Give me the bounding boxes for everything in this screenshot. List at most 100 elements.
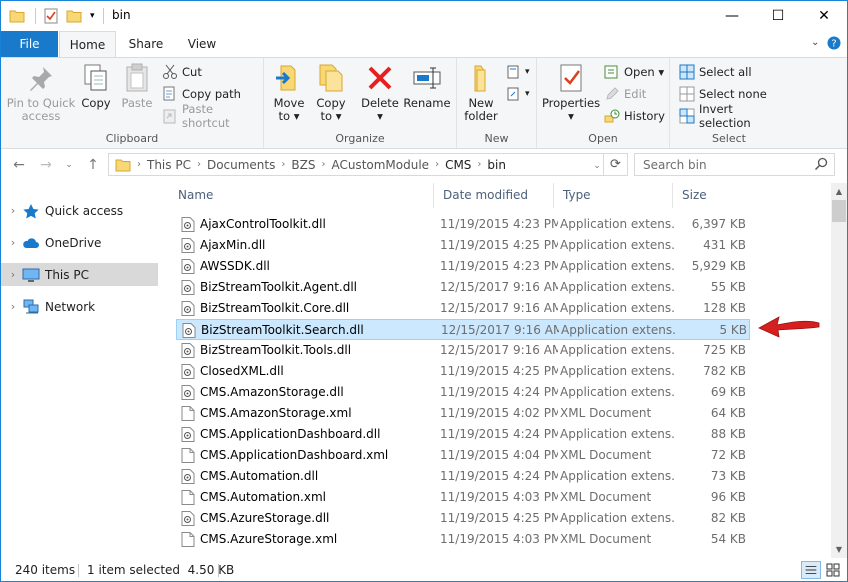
help-icon[interactable]: ? <box>827 36 841 53</box>
file-type: Application extens... <box>560 469 674 483</box>
table-row[interactable]: CMS.ApplicationDashboard.xml 11/19/2015 4… <box>176 445 750 466</box>
table-row[interactable]: BizStreamToolkit.Core.dll 12/15/2017 9:16… <box>176 298 750 319</box>
scrollbar-thumb[interactable] <box>832 200 846 222</box>
table-row[interactable]: CMS.AmazonStorage.dll 11/19/2015 4:24 PM A… <box>176 382 750 403</box>
breadcrumb-this-pc[interactable]: This PC <box>147 158 191 172</box>
breadcrumb-cms[interactable]: CMS <box>445 158 471 172</box>
file-name: BizStreamToolkit.Tools.dll <box>200 343 352 357</box>
copy-to-button[interactable]: Copy to ▾ <box>312 62 350 123</box>
properties-icon[interactable] <box>44 8 58 24</box>
search-input[interactable]: Search bin <box>634 153 835 176</box>
xml-file-icon <box>181 448 195 463</box>
table-row[interactable]: BizStreamToolkit.Tools.dll 12/15/2017 9:1… <box>176 340 750 361</box>
expand-chevron-icon[interactable]: › <box>4 236 22 249</box>
select-all-button[interactable]: Select all <box>679 62 752 82</box>
breadcrumb-acustommodule[interactable]: ACustomModule <box>331 158 429 172</box>
table-row[interactable]: BizStreamToolkit.Agent.dll 12/15/2017 9:1… <box>176 277 750 298</box>
table-row[interactable]: AWSSDK.dll 11/19/2015 4:23 PM Application … <box>176 256 750 277</box>
sidebar-item-network[interactable]: › Network <box>1 295 158 318</box>
table-row[interactable]: CMS.AzureStorage.xml 11/19/2015 4:03 PM XM… <box>176 529 750 550</box>
sidebar-item-this-pc[interactable]: › This PC <box>1 263 158 286</box>
tab-file[interactable]: File <box>1 31 58 57</box>
scroll-up-arrow-icon[interactable]: ▲ <box>831 183 847 200</box>
sidebar-item-onedrive[interactable]: › OneDrive <box>1 231 158 254</box>
dll-file-icon <box>181 343 195 358</box>
refresh-icon[interactable]: ⟳ <box>604 153 628 176</box>
organize-group-label: Organize <box>335 132 385 145</box>
copy-button[interactable]: Copy <box>77 62 115 110</box>
breadcrumb-documents[interactable]: Documents <box>207 158 275 172</box>
file-date: 11/19/2015 4:24 PM <box>440 427 558 441</box>
column-header-date[interactable]: Date modified <box>434 183 554 208</box>
customize-qa-dropdown-icon[interactable]: ▾ <box>90 11 95 21</box>
maximize-button[interactable]: ☐ <box>755 1 801 31</box>
rename-button[interactable]: Rename <box>403 62 451 110</box>
scroll-down-arrow-icon[interactable]: ▼ <box>831 541 847 558</box>
file-type: Application extens... <box>560 511 674 525</box>
dll-file-icon <box>181 238 195 253</box>
table-row[interactable]: CMS.Automation.dll 11/19/2015 4:24 PM Appl… <box>176 466 750 487</box>
breadcrumb-bin[interactable]: bin <box>487 158 506 172</box>
easy-access-button[interactable]: ▾ <box>505 84 530 104</box>
dll-file-icon <box>181 385 195 400</box>
close-button[interactable]: ✕ <box>801 1 847 31</box>
up-arrow-icon[interactable]: ↑ <box>83 155 103 175</box>
file-date: 11/19/2015 4:24 PM <box>440 385 558 399</box>
properties-label: Properties ▾ <box>541 96 601 123</box>
table-row[interactable]: AjaxMin.dll 11/19/2015 4:25 PM Application… <box>176 235 750 256</box>
edit-button[interactable]: Edit <box>604 84 646 104</box>
recent-locations-chevron-icon[interactable]: ⌄ <box>59 155 79 175</box>
column-header-name[interactable]: Name <box>169 183 434 208</box>
cut-button[interactable]: Cut <box>162 62 202 82</box>
tab-home[interactable]: Home <box>59 31 116 58</box>
table-row[interactable]: CMS.Automation.xml 11/19/2015 4:03 PM XML … <box>176 487 750 508</box>
large-icons-view-icon[interactable] <box>823 561 843 579</box>
details-view-icon[interactable] <box>801 561 821 579</box>
dll-file-icon <box>181 217 195 232</box>
scissors-icon <box>163 64 177 79</box>
new-item-button[interactable]: ▾ <box>505 62 530 82</box>
copy-path-button[interactable]: Copy path <box>162 84 241 104</box>
table-row[interactable]: ClosedXML.dll 11/19/2015 4:25 PM Applicati… <box>176 361 750 382</box>
properties-button[interactable]: Properties ▾ <box>541 62 601 123</box>
file-date: 11/19/2015 4:23 PM <box>440 259 558 273</box>
delete-button[interactable]: Delete ▾ <box>360 62 400 123</box>
paste-button[interactable]: Paste <box>118 62 156 110</box>
back-arrow-icon[interactable]: ← <box>9 155 29 175</box>
minimize-button[interactable]: — <box>709 1 755 31</box>
tab-view[interactable]: View <box>176 31 228 57</box>
vertical-scrollbar[interactable]: ▲ ▼ <box>831 183 847 558</box>
move-to-button[interactable]: Move to ▾ <box>270 62 308 123</box>
quick-access-toolbar: ▾ <box>9 6 104 26</box>
breadcrumb-bzs[interactable]: BZS <box>291 158 315 172</box>
table-row[interactable]: AjaxControlToolkit.dll 11/19/2015 4:23 PM… <box>176 214 750 235</box>
table-row[interactable]: CMS.ApplicationDashboard.dll 11/19/2015 4… <box>176 424 750 445</box>
table-row[interactable]: BizStreamToolkit.Search.dll 12/15/2017 9:… <box>176 319 750 340</box>
new-folder-icon[interactable] <box>66 9 82 23</box>
expand-chevron-icon[interactable]: › <box>4 300 22 313</box>
file-name: CMS.AmazonStorage.dll <box>200 385 344 399</box>
paste-shortcut-button[interactable]: Paste shortcut <box>162 102 263 130</box>
open-button[interactable]: Open ▾ <box>604 62 664 82</box>
status-divider <box>218 564 219 577</box>
column-header-size[interactable]: Size <box>673 183 753 208</box>
file-size: 88 KB <box>710 427 746 441</box>
expand-chevron-icon[interactable]: › <box>4 268 22 281</box>
folder-icon <box>9 10 25 23</box>
forward-arrow-icon[interactable]: → <box>36 155 56 175</box>
table-row[interactable]: CMS.AzureStorage.dll 11/19/2015 4:25 PM Ap… <box>176 508 750 529</box>
file-date: 11/19/2015 4:03 PM <box>440 532 558 546</box>
sidebar-item-quick-access[interactable]: › Quick access <box>1 199 158 222</box>
tab-share[interactable]: Share <box>119 31 173 57</box>
collapse-ribbon-icon[interactable]: ⌄ <box>811 37 819 48</box>
pin-to-quick-access-button[interactable]: Pin to Quick access <box>5 62 77 123</box>
invert-selection-button[interactable]: Invert selection <box>679 102 788 130</box>
history-button[interactable]: History <box>604 106 665 126</box>
new-folder-button[interactable]: New folder <box>461 62 501 123</box>
table-row[interactable]: CMS.AmazonStorage.xml 11/19/2015 4:02 PM X… <box>176 403 750 424</box>
select-none-button[interactable]: Select none <box>679 84 767 104</box>
address-bar[interactable]: › This PC › Documents › BZS › ACustomMod… <box>108 153 604 176</box>
column-header-type[interactable]: Type <box>554 183 673 208</box>
expand-chevron-icon[interactable]: › <box>4 204 22 217</box>
selection-info: 1 item selected 4.50 KB <box>87 563 235 577</box>
